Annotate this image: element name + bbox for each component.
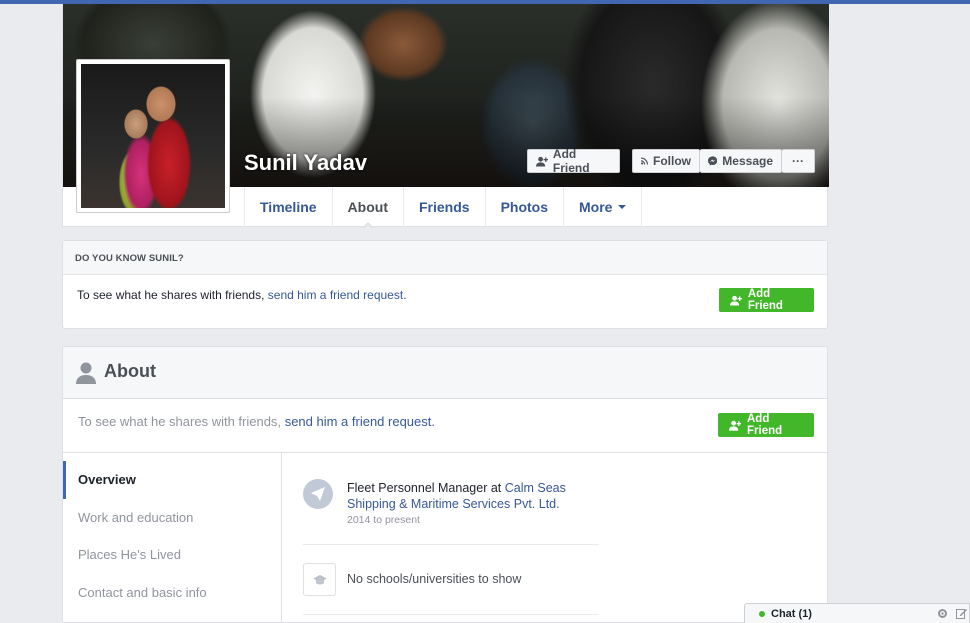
chevron-down-icon [618,205,627,209]
profile-header: Sunil Yadav Add Friend Follow Message ··… [62,4,829,229]
about-sidebar: Overview Work and education Places He's … [63,453,282,622]
add-friend-icon [730,295,742,305]
rss-icon [641,157,648,165]
tab-photos-label: Photos [500,199,549,215]
about-request-plain: To see what he shares with friends, [78,414,282,429]
know-box-text-plain: To see what he shares with friends, [77,288,265,302]
message-label: Message [722,154,773,168]
know-box: DO YOU KNOW SUNIL? To see what he shares… [62,240,828,329]
know-box-text: To see what he shares with friends, send… [77,288,407,302]
school-text: No schools/universities to show [347,572,522,586]
add-friend-icon [536,156,548,167]
sidebar-item-places[interactable]: Places He's Lived [63,536,281,574]
chat-bar[interactable]: Chat (1) [744,603,970,623]
about-title: About [104,361,156,381]
add-friend-label: Add Friend [747,413,783,437]
about-request-row: To see what he shares with friends, send… [63,399,827,453]
message-button[interactable]: Message [700,149,782,173]
profile-tabs: Timeline About Friends Photos More [244,187,643,229]
messenger-icon [708,156,718,166]
chat-tools [937,608,967,619]
sidebar-item-work-education[interactable]: Work and education [63,499,281,537]
school-entry: No schools/universities to show [303,563,599,615]
tab-about-label: About [347,199,388,215]
add-friend-label: Add Friend [747,288,783,312]
about-request-text: To see what he shares with friends, send… [78,414,435,429]
add-friend-icon [729,420,741,431]
gear-icon[interactable] [937,608,948,619]
profile-name[interactable]: Sunil Yadav [244,150,367,176]
friend-request-link[interactable]: send him a friend request. [285,414,435,429]
tab-more[interactable]: More [563,187,643,227]
more-options-button[interactable]: ··· [782,149,815,173]
work-title: Fleet Personnel Manager at Calm Seas Shi… [347,480,587,512]
graduation-cap-icon [303,563,336,596]
add-friend-label: Add Friend [552,147,590,175]
sidebar-item-contact[interactable]: Contact and basic info [63,574,281,612]
work-period: 2014 to present [347,514,420,526]
tab-friends-label: Friends [418,199,470,215]
tab-timeline-label: Timeline [260,199,317,215]
friend-request-link[interactable]: send him a friend request. [268,288,407,302]
more-dots-icon: ··· [792,154,804,168]
about-overview: Fleet Personnel Manager at Calm Seas Shi… [303,453,827,622]
know-box-heading: DO YOU KNOW SUNIL? [63,241,827,275]
know-box-body: To see what he shares with friends, send… [63,275,827,329]
about-section: About To see what he shares with friends… [62,346,828,623]
tab-more-label: More [579,199,613,215]
chat-label: Chat (1) [771,607,812,620]
follow-button[interactable]: Follow [632,149,700,173]
add-friend-button[interactable]: Add Friend [527,147,620,175]
online-status-icon [759,610,765,617]
briefcase-icon [303,479,333,509]
profile-photo [81,64,225,208]
compose-icon[interactable] [956,608,967,619]
about-header: About [63,347,827,399]
tab-photos[interactable]: Photos [484,187,563,227]
person-icon [76,362,96,384]
follow-label: Follow [653,154,691,168]
work-entry: Fleet Personnel Manager at Calm Seas Shi… [303,473,599,545]
profile-picture[interactable] [76,59,230,213]
sidebar-item-overview[interactable]: Overview [63,461,281,499]
add-friend-button-about[interactable]: Add Friend [718,413,814,437]
work-role: Fleet Personnel Manager at [347,481,502,495]
tab-friends[interactable]: Friends [402,187,485,227]
tab-about[interactable]: About [331,187,403,229]
tab-timeline[interactable]: Timeline [244,187,332,227]
add-friend-button-know[interactable]: Add Friend [719,288,814,312]
